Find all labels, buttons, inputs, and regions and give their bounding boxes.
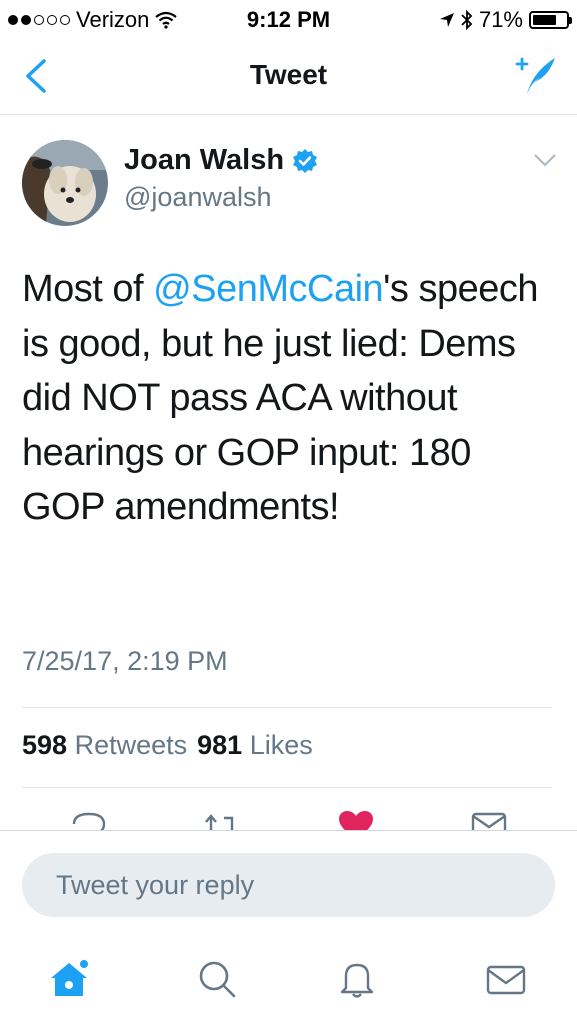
status-right-group: 71% bbox=[439, 7, 572, 33]
divider bbox=[22, 787, 552, 788]
battery-percent: 71% bbox=[478, 7, 523, 32]
messages-envelope-icon[interactable] bbox=[485, 958, 527, 1000]
tweet-timestamp: 7/25/17, 2:19 PM bbox=[22, 646, 228, 676]
navigation-bar: Tweet bbox=[0, 38, 577, 115]
reply-input[interactable]: Tweet your reply bbox=[22, 853, 555, 917]
tab-bar bbox=[0, 940, 577, 1024]
tweet-stats: 598 Retweets 981 Likes bbox=[22, 730, 313, 761]
reply-bar: Tweet your reply bbox=[0, 830, 577, 921]
author-name-row: Joan Walsh bbox=[124, 144, 318, 177]
retweets-label: Retweets bbox=[74, 730, 188, 760]
tweet-text-part: Most of bbox=[22, 268, 154, 310]
like-heart-icon[interactable] bbox=[337, 810, 375, 832]
divider bbox=[22, 707, 552, 708]
tweet-author[interactable]: Joan Walsh @joanwalsh bbox=[22, 136, 557, 236]
notifications-bell-icon[interactable] bbox=[336, 958, 378, 1000]
compose-tweet-icon[interactable] bbox=[515, 54, 557, 96]
mention-link[interactable]: @SenMcCain bbox=[153, 268, 384, 310]
home-icon[interactable] bbox=[48, 958, 90, 1000]
chevron-down-icon[interactable] bbox=[533, 152, 557, 168]
dog-avatar-image bbox=[22, 140, 108, 226]
likes-label: Likes bbox=[249, 730, 313, 760]
author-handle: @joanwalsh bbox=[124, 182, 272, 212]
retweets-stat[interactable]: 598 Retweets bbox=[22, 730, 187, 761]
tweet-text: Most of @SenMcCain's speech is good, but… bbox=[22, 262, 557, 535]
status-bar: Verizon 9:12 PM 71% bbox=[0, 0, 577, 38]
battery-icon bbox=[529, 11, 572, 29]
avatar[interactable] bbox=[22, 140, 108, 226]
verified-badge-icon bbox=[293, 148, 318, 173]
author-name: Joan Walsh bbox=[124, 144, 285, 176]
likes-stat[interactable]: 981 Likes bbox=[197, 730, 313, 761]
retweet-icon[interactable] bbox=[200, 810, 240, 832]
reply-icon[interactable] bbox=[70, 810, 108, 832]
likes-count: 981 bbox=[197, 730, 243, 760]
page-title: Tweet bbox=[249, 59, 328, 90]
tweet-actions bbox=[0, 806, 577, 832]
retweets-count: 598 bbox=[22, 730, 68, 760]
direct-message-icon[interactable] bbox=[470, 810, 508, 832]
location-arrow-icon bbox=[439, 13, 454, 27]
search-icon[interactable] bbox=[196, 958, 238, 1000]
bluetooth-icon bbox=[461, 10, 473, 30]
